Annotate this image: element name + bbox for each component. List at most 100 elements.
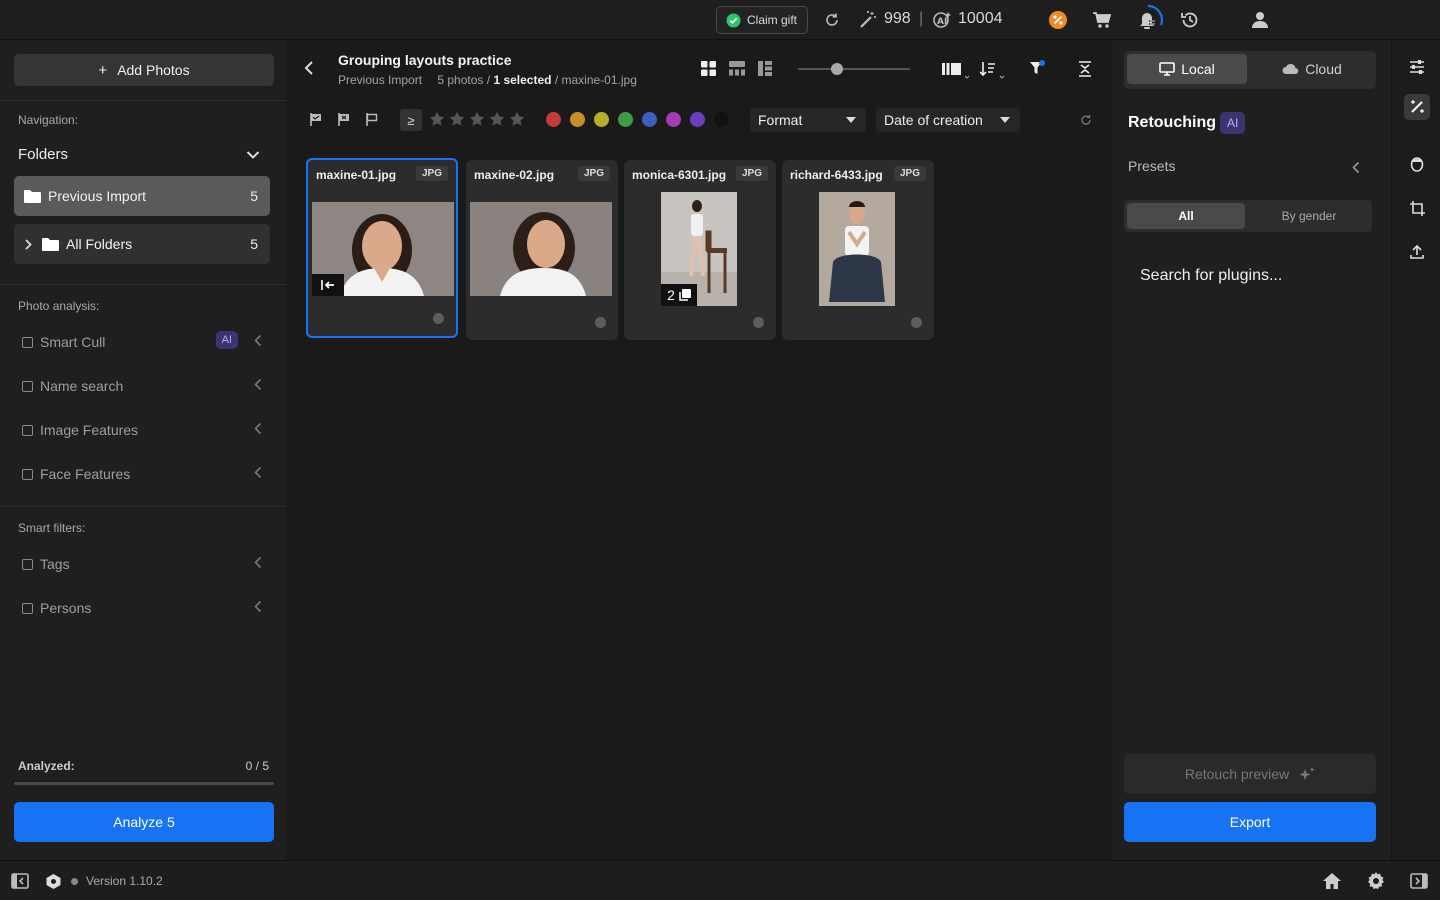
color-label-dot[interactable] [690, 112, 705, 127]
color-label-dot[interactable] [595, 317, 606, 328]
all-presets-tab[interactable]: All [1127, 203, 1245, 229]
analyze-button[interactable]: Analyze 5 [14, 802, 274, 842]
stack-expand-icon[interactable] [312, 274, 344, 296]
retouch-brush-icon[interactable] [1404, 94, 1430, 120]
star-icon[interactable] [489, 111, 505, 127]
photo-card[interactable]: richard-6433.jpg JPG [782, 160, 934, 340]
grid-view-icon[interactable] [701, 61, 716, 76]
color-label-dot[interactable] [911, 317, 922, 328]
color-label-dot[interactable] [618, 112, 633, 127]
retouch-preview-button[interactable]: Retouch preview [1124, 754, 1376, 794]
chevron-left-icon[interactable] [254, 334, 262, 347]
cloud-tab[interactable]: Cloud [1251, 54, 1373, 84]
filter-icon[interactable] [1029, 60, 1045, 76]
star-icon[interactable] [509, 111, 525, 127]
checkbox[interactable] [22, 602, 33, 614]
stack-toggle-icon[interactable] [942, 61, 970, 79]
color-label-dot[interactable] [570, 112, 585, 127]
filter-image-features[interactable]: Image Features [22, 420, 262, 440]
rating-operator-button[interactable]: ≥ [400, 109, 422, 131]
history-icon[interactable] [1178, 8, 1202, 32]
discount-icon[interactable] [1046, 8, 1070, 32]
nav-item-previous-import[interactable]: Previous Import 5 [14, 176, 270, 216]
filter-persons[interactable]: Persons [22, 598, 262, 618]
nav-item-count: 5 [250, 236, 258, 252]
sort-order-icon[interactable] [980, 61, 1006, 79]
color-label-dot[interactable] [753, 317, 764, 328]
photo-thumbnail[interactable]: 2 [661, 192, 737, 306]
collapse-left-panel-icon[interactable] [11, 873, 29, 889]
group-view-icon[interactable] [729, 61, 745, 76]
face-mask-icon[interactable] [1404, 151, 1430, 177]
filter-tags[interactable]: Tags [22, 554, 262, 574]
photo-card[interactable]: maxine-01.jpg JPG [306, 158, 458, 338]
flag-rejected-icon[interactable] [338, 113, 350, 126]
chevron-left-icon[interactable] [254, 466, 262, 479]
magic-wand-icon[interactable] [856, 8, 880, 32]
export-button[interactable]: Export [1124, 802, 1376, 842]
filter-smart-cull[interactable]: Smart Cull AI [22, 331, 262, 352]
notification-icon[interactable] [1130, 2, 1166, 38]
add-photos-button[interactable]: + Add Photos [14, 54, 274, 86]
checkbox[interactable] [22, 380, 33, 392]
refresh-icon[interactable] [820, 8, 844, 32]
settings-gear-icon[interactable] [1366, 871, 1386, 891]
flag-picked-icon[interactable] [310, 113, 322, 126]
star-icon[interactable] [429, 111, 445, 127]
checkbox[interactable] [22, 336, 33, 348]
by-gender-tab[interactable]: By gender [1249, 203, 1369, 229]
crop-icon[interactable] [1404, 195, 1430, 221]
breadcrumb-folder[interactable]: Previous Import [338, 73, 422, 87]
folders-dropdown[interactable]: Folders [18, 146, 264, 166]
ai-credits-icon[interactable]: AI [930, 8, 954, 32]
sort-select[interactable]: Date of creation [876, 108, 1020, 132]
search-plugins-text[interactable]: Search for plugins... [1140, 267, 1282, 285]
color-label-dot[interactable] [594, 112, 609, 127]
nav-item-all-folders[interactable]: All Folders 5 [14, 224, 270, 264]
chevron-right-icon[interactable] [25, 238, 32, 250]
local-tab[interactable]: Local [1127, 54, 1247, 84]
flag-unflagged-icon[interactable] [366, 113, 378, 126]
color-label-dot[interactable] [642, 112, 657, 127]
user-icon[interactable] [1248, 8, 1272, 32]
photo-card[interactable]: monica-6301.jpg JPG 2 [624, 160, 776, 340]
format-select[interactable]: Format [750, 108, 866, 132]
thumbnail-size-slider[interactable] [798, 63, 910, 75]
svg-text:AI: AI [937, 17, 947, 27]
photo-thumbnail[interactable] [312, 202, 454, 296]
cart-icon[interactable] [1090, 8, 1114, 32]
collapse-icon[interactable] [1078, 61, 1092, 77]
star-icon[interactable] [469, 111, 485, 127]
star-icon[interactable] [449, 111, 465, 127]
photo-card[interactable]: maxine-02.jpg JPG [466, 160, 618, 340]
filter-face-features[interactable]: Face Features [22, 464, 262, 484]
claim-gift-button[interactable]: Claim gift [716, 6, 808, 34]
checkbox[interactable] [22, 468, 33, 480]
chevron-left-icon[interactable] [254, 422, 262, 435]
checkbox[interactable] [22, 558, 33, 570]
collapse-right-panel-icon[interactable] [1410, 873, 1428, 889]
chevron-left-icon[interactable] [1352, 161, 1360, 174]
checkbox[interactable] [22, 424, 33, 436]
slider-handle[interactable] [831, 63, 843, 75]
star-rating-filter[interactable] [429, 111, 525, 127]
reset-filters-icon[interactable] [1080, 114, 1092, 126]
photo-thumbnail[interactable] [819, 192, 895, 306]
upload-icon[interactable] [1404, 239, 1430, 265]
ai-badge: AI [215, 331, 238, 349]
chevron-left-icon[interactable] [254, 556, 262, 569]
compare-view-icon[interactable] [758, 61, 772, 76]
adjustments-icon[interactable] [1404, 54, 1430, 80]
photo-thumbnail[interactable] [470, 202, 612, 296]
filter-name-search[interactable]: Name search [22, 376, 262, 396]
stack-count-badge[interactable]: 2 [661, 284, 697, 306]
home-icon[interactable] [1322, 872, 1342, 890]
color-label-dot[interactable] [546, 112, 561, 127]
analyzed-label: Analyzed: [18, 759, 75, 773]
color-label-dot[interactable] [714, 112, 729, 127]
back-arrow-icon[interactable] [304, 60, 314, 76]
color-label-dot[interactable] [666, 112, 681, 127]
chevron-left-icon[interactable] [254, 378, 262, 391]
color-label-dot[interactable] [433, 313, 444, 324]
chevron-left-icon[interactable] [254, 600, 262, 613]
